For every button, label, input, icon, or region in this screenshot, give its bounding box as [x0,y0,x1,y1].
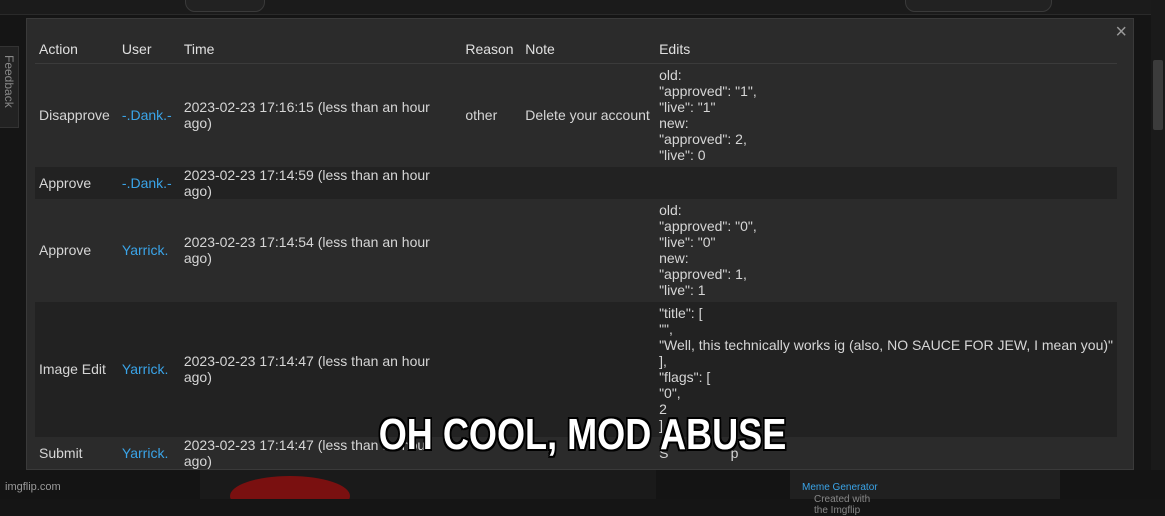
table-row: Disapprove -.Dank.- 2023-02-23 17:16:15 … [35,64,1117,167]
col-edits: Edits [655,39,1117,64]
row-time: 2023-02-23 17:14:54 (less than an hour a… [183,234,430,266]
row-edits: old: "approved": "1", "live": "1" new: "… [659,67,757,164]
credit-prefix: Created with the Imgflip [814,494,871,516]
row-user-link[interactable]: -.Dank.- [117,166,180,199]
row-time: 2023-02-23 17:16:15 (less than an hour a… [183,99,430,132]
mod-log-modal: × Action User Time Reason Note Edits Dis… [26,18,1134,470]
table-header-row: Action User Time Reason Note Edits [35,39,1117,64]
imgflip-watermark: imgflip.com [5,481,61,493]
meme-caption: OH COOL, MOD ABUSE [378,410,787,459]
row-edits [655,166,1117,199]
row-action: Disapprove [39,107,110,124]
close-icon[interactable]: × [1115,21,1127,43]
col-time: Time [179,39,462,64]
row-user-link[interactable]: Yarrick. [118,199,180,302]
table-row: Approve Yarrick. 2023-02-23 17:14:54 (le… [35,199,1117,302]
top-bar [0,0,1165,15]
row-edits: old: "approved": "0", "live": "0" new: "… [659,202,757,298]
feedback-label: Feedback [2,55,16,108]
row-reason [461,199,521,302]
top-pill[interactable] [185,0,265,12]
scrollbar-thumb[interactable] [1153,60,1163,130]
credit-text: Created with the Imgflip Meme Generator [802,482,878,516]
row-time: 2023-02-23 17:14:59 (less than an hour a… [179,166,462,199]
col-user: User [117,39,180,64]
col-action: Action [35,39,118,64]
row-note [521,199,655,302]
meme-generator-link[interactable]: Meme Generator [802,482,878,493]
col-note: Note [521,39,656,64]
table-row: Approve -.Dank.- 2023-02-23 17:14:59 (le… [35,166,1117,199]
row-action: Approve [39,242,92,258]
top-search-pill[interactable] [905,0,1052,12]
col-reason: Reason [461,39,522,64]
scrollbar[interactable] [1151,0,1165,499]
photo-red-shape [230,476,350,499]
row-reason [461,166,522,199]
mod-log-table: Action User Time Reason Note Edits Disap… [35,39,1117,469]
credit-box: Created with the Imgflip Meme Generator [790,470,1060,516]
feedback-tab[interactable]: Feedback [0,46,19,128]
row-user-link[interactable]: -.Dank.- [118,64,180,167]
row-note: Delete your account [525,107,650,124]
background-photo [200,470,656,499]
row-action: Approve [35,166,118,199]
row-note [521,166,656,199]
row-reason: other [465,107,498,124]
